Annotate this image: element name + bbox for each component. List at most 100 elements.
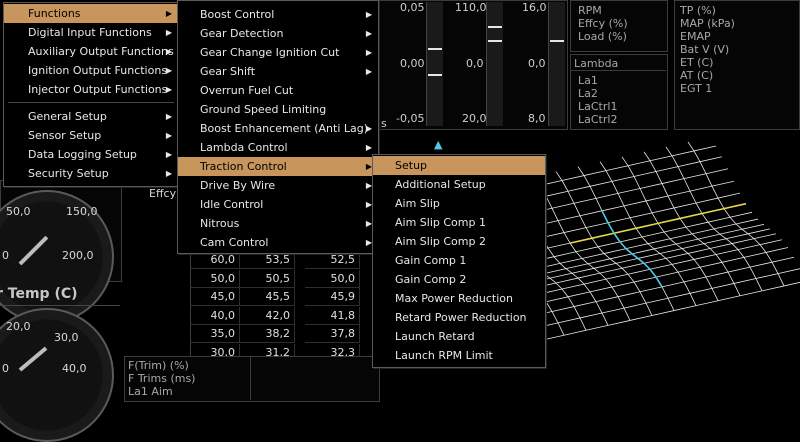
mesh-line [759,239,783,246]
mesh-line [741,223,765,230]
table-row-header: 50,0 [190,269,240,288]
menu-item-boost-control[interactable]: Boost Control ▶ [178,5,378,24]
table-cell[interactable]: 37,8 [305,325,360,344]
menu-item-tc-aim-slip-comp-1[interactable]: Aim Slip Comp 1 [373,213,545,232]
mesh-line [663,226,687,233]
mesh-line [545,296,569,303]
mesh-line [617,188,641,194]
mesh-line [715,249,739,255]
menu-item-tc-gain-comp-1[interactable]: Gain Comp 1 [373,251,545,270]
menu-item-tc-aim-slip[interactable]: Aim Slip [373,194,545,213]
scale-tick [488,26,502,28]
mesh-line [629,217,637,229]
mesh-line [665,253,689,259]
mesh-line [705,173,713,187]
mesh-line [643,151,651,162]
menu-item-ignition-output[interactable]: Ignition Output Functions ▶ [4,61,178,80]
mesh-line [615,258,639,264]
mesh-line [711,283,735,289]
mesh-line [649,155,673,162]
menu-item-nitrous[interactable]: Nitrous ▶ [178,214,378,233]
mesh-line [645,297,669,304]
menu-item-lambda-control[interactable]: Lambda Control ▶ [178,138,378,157]
mesh-line [673,207,681,219]
mesh-line [555,277,579,284]
mesh-line [551,208,559,221]
mesh-line [585,227,593,239]
menu-item-ground-speed-limiting[interactable]: Ground Speed Limiting [178,100,378,119]
mesh-line [601,210,609,224]
gauge-tick-label: 30,0 [54,331,79,344]
menu-item-tc-launch-rpm-limit[interactable]: Launch RPM Limit [373,346,545,365]
la1-label: La1 [578,74,598,87]
mesh-line [717,295,741,302]
menu-item-overrun-fuel-cut[interactable]: Overrun Fuel Cut [178,81,378,100]
mesh-line [577,272,601,279]
mesh-line [701,207,725,215]
mesh-line [639,188,647,202]
menu-item-injector-output[interactable]: Injector Output Functions ▶ [4,80,178,99]
mesh-line [579,312,603,319]
menu-item-gear-shift[interactable]: Gear Shift ▶ [178,62,378,81]
menu-item-gear-change-ignition-cut[interactable]: Gear Change Ignition Cut ▶ [178,43,378,62]
mesh-line [713,228,721,235]
menu-item-tc-max-power-reduction[interactable]: Max Power Reduction [373,289,545,308]
menu-item-tc-gain-comp-2[interactable]: Gain Comp 2 [373,270,545,289]
mesh-line [731,238,755,244]
menu-item-tc-retard-power-reduction[interactable]: Retard Power Reduction [373,308,545,327]
mesh-line [649,263,673,270]
menu-item-sensor-setup[interactable]: Sensor Setup ▶ [4,126,178,145]
mesh-line [561,180,569,192]
mesh-line [581,253,605,259]
table-cell[interactable]: 50,5 [240,269,295,288]
table-cell[interactable]: 45,5 [240,288,295,307]
mesh-line [687,248,711,254]
mesh-line [689,185,713,192]
gauge-tick-label: 50,0 [6,205,31,218]
menu-item-gear-detection[interactable]: Gear Detection ▶ [178,24,378,43]
table-cell[interactable]: 42,0 [240,306,295,325]
mesh-line [705,271,729,278]
mesh-line [669,233,693,240]
mesh-line [627,268,651,275]
mesh-line [561,175,585,181]
table-cell[interactable]: 45,9 [305,288,360,307]
mesh-line [691,233,699,240]
mesh-line [719,233,727,240]
mesh-line [543,268,567,274]
menu-item-boost-enhancement[interactable]: Boost Enhancement (Anti Lag) ▶ [178,119,378,138]
menu-item-cam-control[interactable]: Cam Control ▶ [178,233,378,252]
mesh-line [623,205,631,218]
menu-item-tc-setup[interactable]: Setup [373,156,545,175]
menu-item-auxiliary-output[interactable]: Auxiliary Output Functions ▶ [4,42,178,61]
menu-item-data-logging[interactable]: Data Logging Setup ▶ [4,145,178,164]
menu-item-drive-by-wire[interactable]: Drive By Wire ▶ [178,176,378,195]
menu-item-idle-control[interactable]: Idle Control ▶ [178,195,378,214]
mesh-line [727,271,735,284]
scale-tick [428,74,442,76]
scale-value: 8,0 [528,112,546,125]
menu-item-general-setup[interactable]: General Setup ▶ [4,107,178,126]
mesh-line [545,195,553,209]
menu-item-tc-aim-slip-comp-2[interactable]: Aim Slip Comp 2 [373,232,545,251]
table-cell[interactable]: 50,0 [305,269,360,288]
menu-item-tc-additional-setup[interactable]: Additional Setup [373,175,545,194]
mesh-line [631,253,639,260]
mesh-line [575,246,599,253]
menu-item-traction-control[interactable]: Traction Control ▶ [178,157,378,176]
menu-item-digital-input[interactable]: Digital Input Functions ▶ [4,23,178,42]
mesh-line [675,238,699,245]
mesh-line [573,306,581,319]
mesh-line [737,249,745,258]
menu-item-tc-launch-retard[interactable]: Launch Retard [373,327,545,346]
table-cell[interactable]: 38,2 [240,325,295,344]
gauge-tick-label: 20,0 [6,320,31,333]
mesh-line [591,237,599,248]
mesh-line [567,185,591,192]
mesh-line [711,180,735,187]
mesh-line [601,312,609,326]
menu-item-functions[interactable]: Functions ▶ [4,4,178,23]
temp-gauge-title: r Temp (C) [0,286,78,302]
table-cell[interactable]: 41,8 [305,306,360,325]
menu-item-security-setup[interactable]: Security Setup ▶ [4,164,178,183]
